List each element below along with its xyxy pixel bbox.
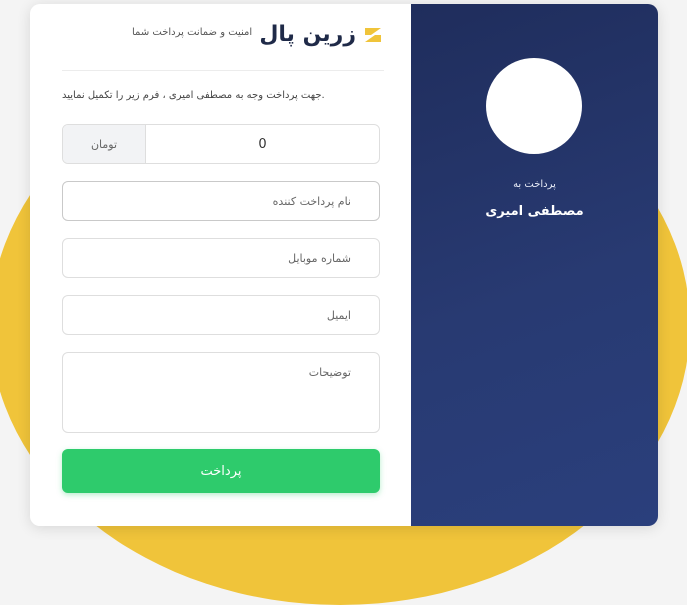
payment-form-panel: امنیت و ضمانت پرداخت شما زرین پال .جهت پ… bbox=[30, 4, 411, 526]
description-textarea[interactable]: توضیحات bbox=[62, 352, 380, 433]
amount-input[interactable]: 0 bbox=[146, 125, 379, 163]
email-placeholder: ایمیل bbox=[326, 308, 351, 322]
payment-card: امنیت و ضمانت پرداخت شما زرین پال .جهت پ… bbox=[30, 4, 658, 526]
security-text: امنیت و ضمانت پرداخت شما bbox=[132, 27, 253, 38]
mobile-placeholder: شماره موبایل bbox=[288, 251, 351, 265]
brand-logo-text: زرین پال bbox=[259, 22, 356, 47]
recipient-avatar bbox=[486, 58, 582, 154]
amount-field[interactable]: تومان 0 bbox=[62, 124, 380, 164]
zarinpal-logo-icon bbox=[365, 27, 381, 42]
brand-logo: زرین پال bbox=[259, 22, 384, 47]
form-instruction: .جهت پرداخت وجه به مصطفی امیری ، فرم زیر… bbox=[62, 90, 325, 101]
form-header: امنیت و ضمانت پرداخت شما زرین پال bbox=[62, 18, 384, 71]
mobile-input[interactable]: شماره موبایل bbox=[62, 238, 380, 278]
payer-name-placeholder: نام پرداخت کننده bbox=[272, 194, 351, 208]
recipient-name: مصطفی امیری bbox=[485, 204, 584, 219]
email-input[interactable]: ایمیل bbox=[62, 295, 380, 335]
pay-button[interactable]: پرداخت bbox=[62, 449, 380, 493]
description-placeholder: توضیحات bbox=[308, 366, 351, 379]
pay-to-label: پرداخت به bbox=[513, 179, 556, 190]
recipient-panel: پرداخت به مصطفی امیری bbox=[411, 4, 658, 526]
payer-name-input[interactable]: نام پرداخت کننده bbox=[62, 181, 380, 221]
currency-label: تومان bbox=[63, 125, 146, 163]
